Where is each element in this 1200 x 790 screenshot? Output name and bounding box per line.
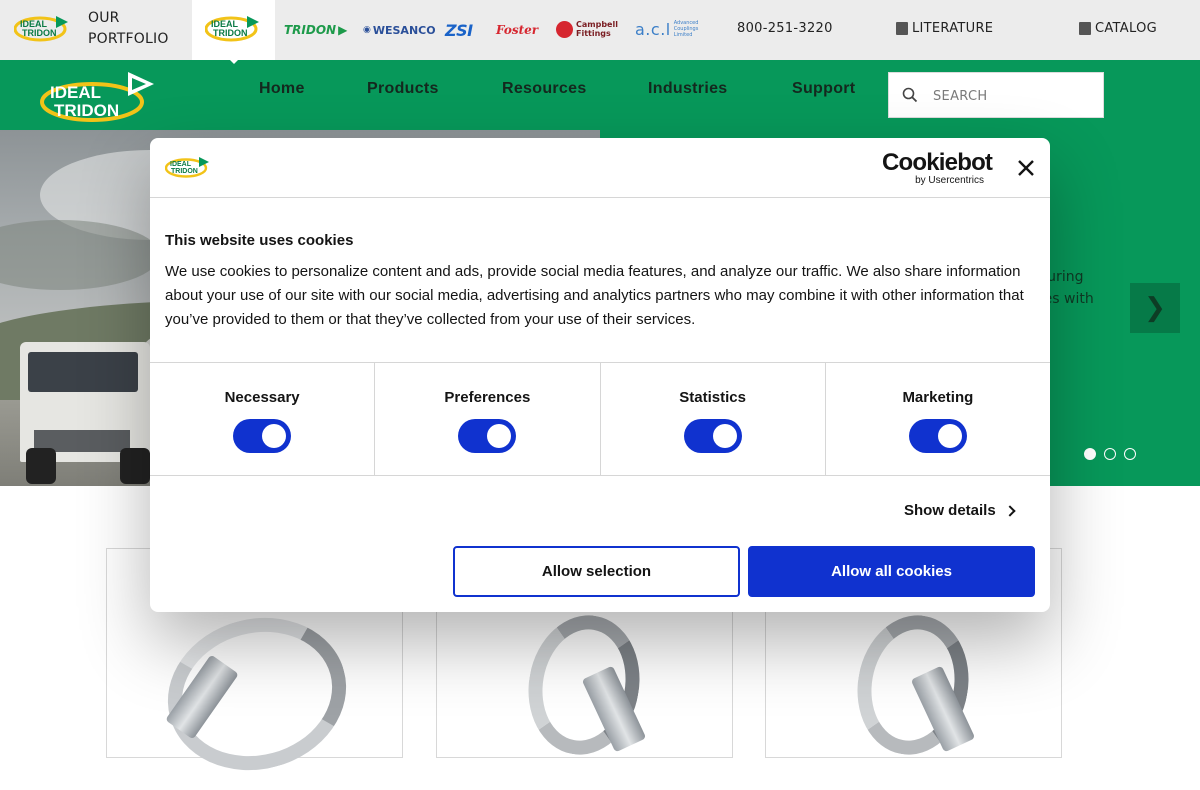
brand-zsi-label: ZSI: [445, 20, 473, 40]
nav-home[interactable]: Home: [259, 80, 305, 98]
carousel-next-button[interactable]: ❯: [1130, 283, 1180, 333]
literature-link[interactable]: LITERATURE: [896, 21, 993, 36]
cookie-dialog-header: IDEAL TRIDON Cookiebot by Usercentrics: [150, 138, 1050, 198]
svg-text:TRIDON: TRIDON: [22, 28, 57, 38]
brand-tridon[interactable]: TRIDON ▶: [284, 20, 347, 40]
ideal-tridon-main-logo[interactable]: IDEAL TRIDON: [40, 70, 160, 122]
brand-acl-sublabel: Advanced Couplings Limited: [673, 20, 699, 38]
svg-text:TRIDON: TRIDON: [171, 168, 198, 175]
brand-foster-label: Foster: [496, 23, 539, 37]
close-icon[interactable]: [1016, 158, 1036, 178]
wesanco-globe-icon: ◉: [363, 25, 371, 35]
statistics-toggle[interactable]: [683, 419, 742, 453]
cookiebot-brand[interactable]: Cookiebot by Usercentrics: [882, 149, 993, 187]
svg-text:TRIDON: TRIDON: [54, 101, 119, 120]
nav-products[interactable]: Products: [367, 80, 439, 98]
brand-campbell-fittings[interactable]: Campbell Fittings: [556, 17, 620, 41]
preferences-toggle[interactable]: [458, 419, 517, 453]
phone-number-link[interactable]: 800-251-3220: [737, 21, 833, 36]
marketing-toggle[interactable]: [908, 419, 967, 453]
cookiebot-name: Cookiebot: [882, 149, 993, 176]
catalog-link[interactable]: CATALOG: [1079, 21, 1157, 36]
allow-selection-button[interactable]: Allow selection: [453, 546, 740, 597]
carousel-dot-1[interactable]: [1084, 448, 1096, 460]
cookie-consent-dialog: IDEAL TRIDON Cookiebot by Usercentrics T…: [150, 138, 1050, 612]
carousel-dot-2[interactable]: [1104, 448, 1116, 460]
cookie-dialog-title: This website uses cookies: [165, 232, 354, 249]
search-input[interactable]: [933, 85, 1093, 107]
campbell-logo-icon: [556, 20, 573, 38]
nav-resources[interactable]: Resources: [502, 80, 587, 98]
ideal-tridon-group-logo: IDEAL TRIDON: [165, 157, 209, 178]
category-preferences: Preferences: [375, 363, 601, 475]
svg-text:IDEAL: IDEAL: [170, 161, 192, 168]
brand-wesanco-label: WESANCO: [372, 23, 436, 37]
brand-zsi[interactable]: ZSI: [445, 20, 473, 40]
category-label: Necessary: [224, 389, 300, 406]
category-statistics: Statistics: [601, 363, 826, 475]
toggle-knob: [487, 424, 512, 448]
brand-foster[interactable]: Foster: [496, 20, 538, 40]
svg-text:IDEAL: IDEAL: [50, 83, 101, 102]
ideal-tridon-logo: IDEAL TRIDON: [205, 16, 259, 42]
literature-label: LITERATURE: [912, 21, 994, 36]
brand-acl-label: a.c.l: [635, 19, 671, 39]
toggle-knob: [937, 424, 962, 448]
nav-support[interactable]: Support: [792, 80, 855, 98]
cookie-categories: Necessary Preferences Statistics Marketi…: [150, 362, 1050, 476]
nav-industries[interactable]: Industries: [648, 80, 727, 98]
ideal-tridon-group-logo[interactable]: IDEAL TRIDON: [14, 14, 70, 42]
book-icon: [896, 22, 908, 35]
category-label: Preferences: [444, 389, 531, 406]
chevron-right-icon: [1004, 504, 1016, 517]
brand-wesanco[interactable]: ◉ WESANCO: [363, 20, 436, 40]
search-box[interactable]: [888, 72, 1104, 118]
svg-text:TRIDON: TRIDON: [213, 28, 248, 38]
brand-acl[interactable]: a.c.l Advanced Couplings Limited: [635, 17, 704, 41]
necessary-toggle[interactable]: [233, 419, 292, 453]
category-label: Marketing: [902, 389, 974, 406]
toggle-knob: [712, 424, 737, 448]
briefcase-icon: [1079, 22, 1091, 35]
cookie-dialog-body: We use cookies to personalize content an…: [165, 263, 1024, 328]
search-icon: [902, 87, 918, 103]
brand-tridon-label: TRIDON: [284, 23, 337, 37]
allow-all-cookies-button[interactable]: Allow all cookies: [748, 546, 1035, 597]
carousel-dots: [1084, 448, 1136, 460]
active-tab-pointer: [226, 56, 242, 64]
toggle-knob: [262, 424, 287, 448]
category-marketing: Marketing: [826, 363, 1050, 475]
category-label: Statistics: [679, 389, 746, 406]
brand-campbell-label: Campbell Fittings: [576, 20, 618, 38]
category-necessary: Necessary: [150, 363, 376, 475]
catalog-label: CATALOG: [1095, 21, 1157, 36]
cookiebot-by: by Usercentrics: [915, 175, 984, 186]
ideal-tridon-tab-active[interactable]: IDEAL TRIDON: [192, 0, 275, 60]
carousel-dot-3[interactable]: [1124, 448, 1136, 460]
show-details-link[interactable]: Show details: [904, 502, 1016, 519]
our-portfolio-link[interactable]: OUR PORTFOLIO: [88, 8, 178, 50]
show-details-label: Show details: [904, 502, 996, 519]
